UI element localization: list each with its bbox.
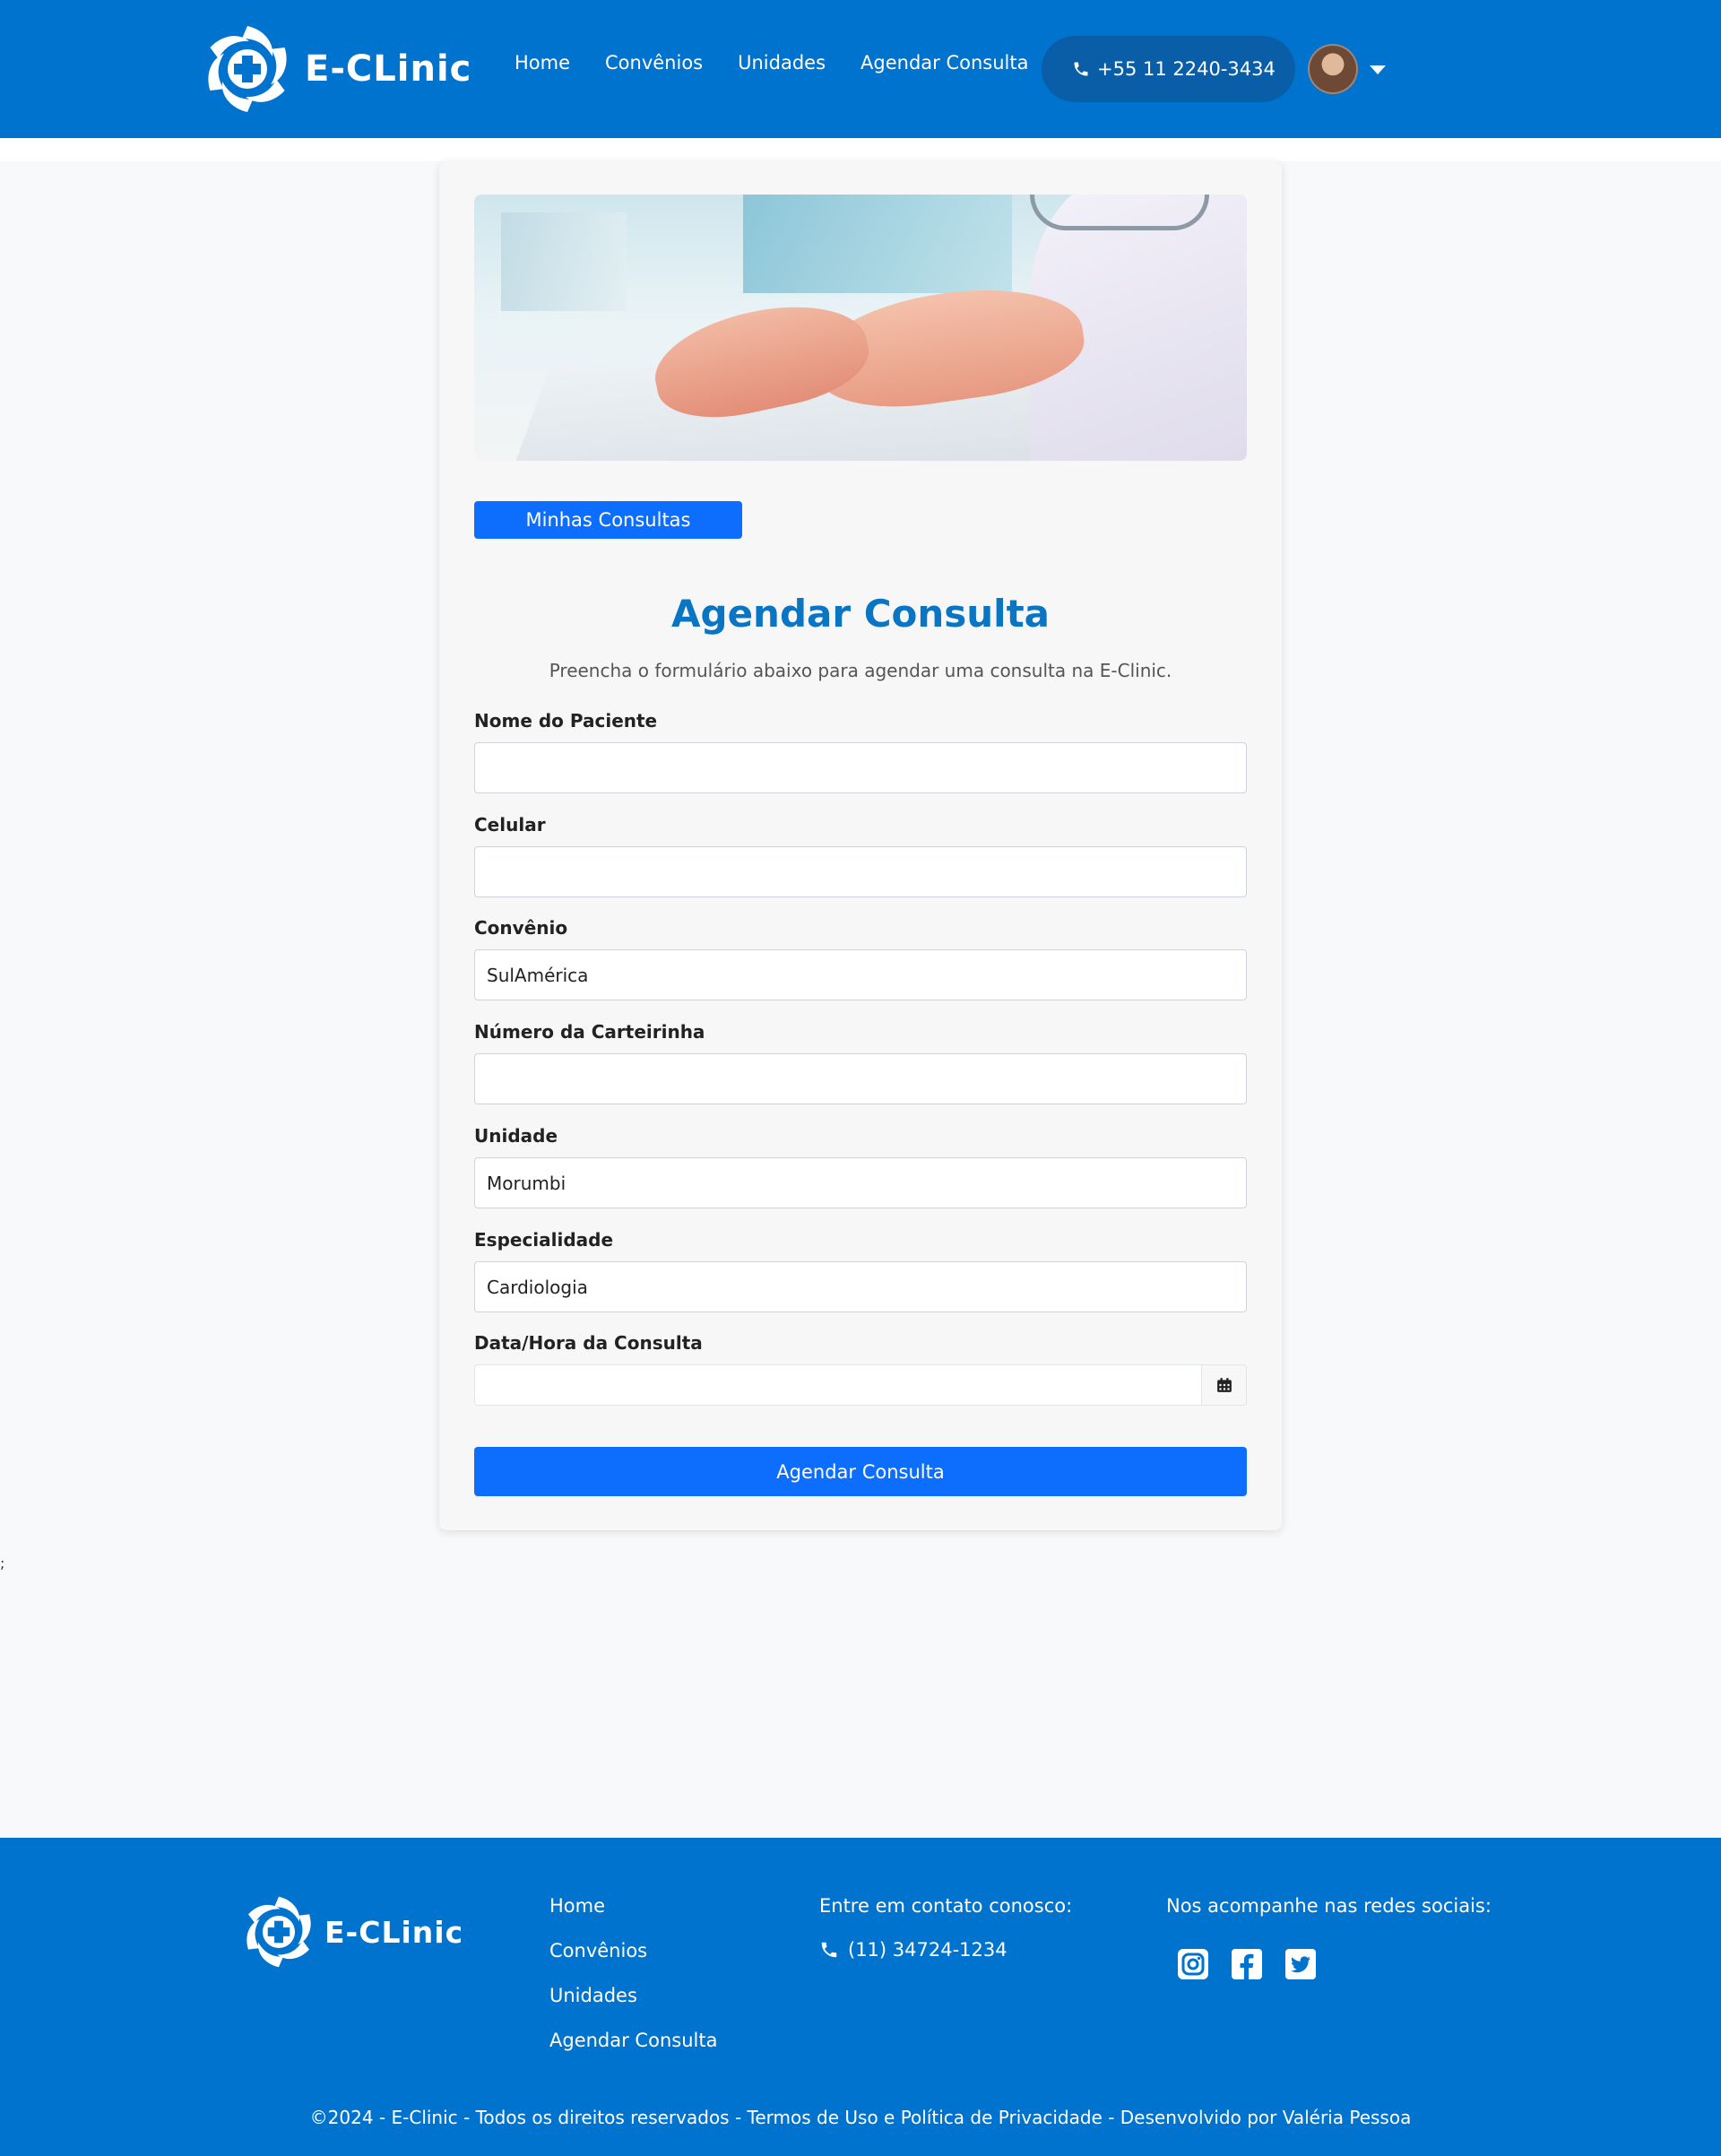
header-logo[interactable]: E-CLinic xyxy=(203,20,471,118)
footer-logo[interactable]: E-CLinic xyxy=(242,1892,463,1972)
datetime-input[interactable] xyxy=(474,1364,1247,1406)
nav-home[interactable]: Home xyxy=(515,52,570,74)
phone-icon xyxy=(1074,62,1088,76)
instagram-icon[interactable] xyxy=(1177,1948,1209,1980)
clinic-logo-icon xyxy=(246,1896,311,1968)
facebook-icon[interactable] xyxy=(1231,1948,1263,1980)
calendar-button[interactable] xyxy=(1201,1365,1246,1405)
copyright-text: ©2024 - E-Clinic - Todos os direitos res… xyxy=(309,2107,1412,2128)
insurance-label: Convênio xyxy=(474,917,568,939)
my-appointments-button[interactable]: Minhas Consultas xyxy=(474,501,742,539)
page-title: Agendar Consulta xyxy=(671,592,1050,636)
twitter-icon[interactable] xyxy=(1284,1948,1317,1980)
user-avatar[interactable] xyxy=(1308,44,1358,94)
cellphone-input[interactable] xyxy=(474,846,1247,897)
contact-phone-number: (11) 34724-1234 xyxy=(848,1939,1008,1961)
calendar-icon xyxy=(1216,1378,1232,1392)
specialty-input[interactable]: Cardiologia xyxy=(474,1261,1247,1312)
specialty-label: Especialidade xyxy=(474,1229,614,1251)
header-phone-button[interactable]: +55 11 2240-3434 xyxy=(1042,36,1295,102)
top-navbar: E-CLinic Home Convênios Unidades Agendar… xyxy=(0,0,1721,138)
page-subtitle: Preencha o formulário abaixo para agenda… xyxy=(549,660,1172,681)
footer-link-home[interactable]: Home xyxy=(549,1895,717,1917)
social-links xyxy=(1177,1948,1338,1980)
footer-link-agendar-consulta[interactable]: Agendar Consulta xyxy=(549,2030,717,2051)
unit-input[interactable]: Morumbi xyxy=(474,1157,1247,1208)
phone-icon xyxy=(821,1942,837,1958)
nav-agendar-consulta[interactable]: Agendar Consulta xyxy=(860,52,1028,74)
contact-title: Entre em contato conosco: xyxy=(819,1895,1073,1917)
social-title: Nos acompanhe nas redes sociais: xyxy=(1166,1895,1492,1917)
footer-link-unidades[interactable]: Unidades xyxy=(549,1985,717,2006)
clinic-logo-icon xyxy=(208,26,287,112)
footer: E-CLinic Home Convênios Unidades Agendar… xyxy=(0,1838,1721,2156)
chevron-down-icon[interactable] xyxy=(1370,65,1386,74)
card-number-input[interactable] xyxy=(474,1053,1247,1104)
contact-phone[interactable]: (11) 34724-1234 xyxy=(819,1939,1008,1961)
nav-convenios[interactable]: Convênios xyxy=(605,52,703,74)
header-divider xyxy=(0,138,1721,161)
appointment-card: Minhas Consultas Agendar Consulta Preenc… xyxy=(439,161,1282,1530)
cellphone-label: Celular xyxy=(474,814,546,836)
nav-unidades[interactable]: Unidades xyxy=(738,52,826,74)
unit-label: Unidade xyxy=(474,1125,558,1147)
brand-name: E-CLinic xyxy=(305,48,472,90)
schedule-submit-button[interactable]: Agendar Consulta xyxy=(474,1447,1247,1496)
hero-image xyxy=(474,195,1247,461)
patient-name-label: Nome do Paciente xyxy=(474,710,658,732)
footer-link-convenios[interactable]: Convênios xyxy=(549,1940,717,1961)
card-number-label: Número da Carteirinha xyxy=(474,1021,705,1043)
patient-name-input[interactable] xyxy=(474,742,1247,793)
datetime-label: Data/Hora da Consulta xyxy=(474,1332,703,1354)
stray-text: ; xyxy=(0,1554,5,1572)
header-phone-number: +55 11 2240-3434 xyxy=(1097,58,1276,80)
footer-nav: Home Convênios Unidades Agendar Consulta xyxy=(549,1895,717,2074)
main-nav: Home Convênios Unidades Agendar Consulta xyxy=(515,52,1063,74)
footer-brand-name: E-CLinic xyxy=(324,1914,464,1950)
insurance-input[interactable]: SulAmérica xyxy=(474,949,1247,1000)
